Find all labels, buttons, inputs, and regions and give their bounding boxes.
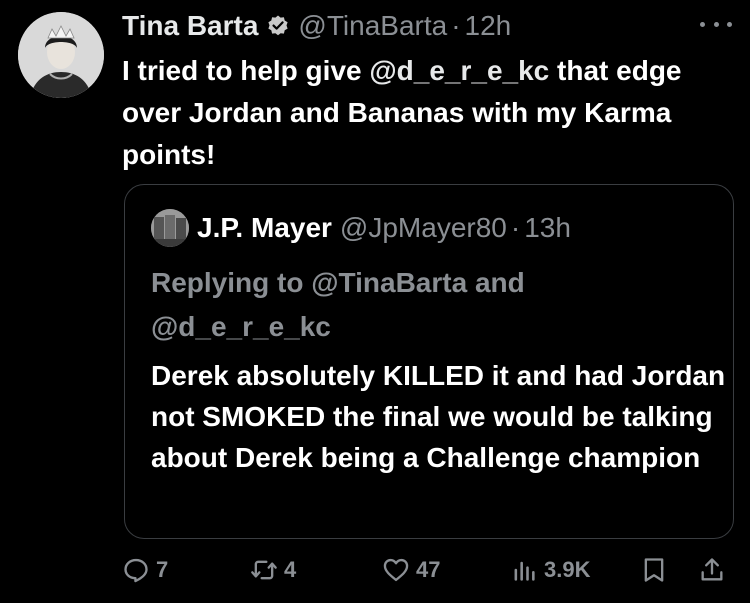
bookmark-button[interactable] [640,552,668,588]
views-button[interactable]: 3.9K [510,552,590,588]
quoted-author-name[interactable]: J.P. Mayer [197,212,332,244]
quoted-author-avatar[interactable] [151,209,189,247]
more-icon[interactable] [700,12,732,36]
view-count: 3.9K [544,557,591,582]
tweet-text: I tried to help give @d_e_r_e_kc that ed… [122,50,722,176]
quoted-author-handle[interactable]: @JpMayer80 [340,212,507,244]
views-chart-icon [514,561,535,581]
tweet-text-part1: I tried to help give [122,55,370,86]
retweet-icon [251,560,277,580]
tweet-header: Tina Barta @TinaBarta · 12h [122,6,511,46]
quoted-tweet-card[interactable]: J.P. Mayer @JpMayer80 · 13h Replying to … [124,184,734,539]
share-button[interactable] [698,552,726,588]
quoted-tweet-timestamp[interactable]: 13h [524,212,571,244]
quoted-separator-dot: · [510,212,521,243]
quoted-tweet-header: J.P. Mayer @JpMayer80 · 13h [151,209,571,247]
author-name[interactable]: Tina Barta [122,10,258,42]
bookmark-icon [644,558,664,582]
quoted-tweet-text: Derek absolutely KILLED it and had Jorda… [151,360,726,473]
tweet: Tina Barta @TinaBarta · 12h I tried to h… [0,0,750,603]
like-count: 47 [416,557,441,582]
tweet-actions: 7 4 47 3.9K [122,552,737,588]
tweet-timestamp[interactable]: 12h [465,10,512,42]
reply-icon [124,558,148,583]
replying-to-text: Replying to @TinaBarta and @d_e_r_e_kc [151,267,525,342]
author-handle[interactable]: @TinaBarta [298,10,447,42]
heart-icon [383,558,409,582]
avatar-image [18,12,104,98]
mention-link[interactable]: @d_e_r_e_kc [369,55,549,86]
share-icon [701,558,723,581]
author-avatar[interactable] [18,12,104,98]
reply-button[interactable]: 7 [122,552,168,588]
reply-count: 7 [156,557,169,582]
retweet-button[interactable]: 4 [250,552,296,588]
separator-dot: · [451,10,461,41]
retweet-count: 4 [284,557,297,582]
verified-badge-icon [266,14,290,38]
like-button[interactable]: 47 [382,552,440,588]
